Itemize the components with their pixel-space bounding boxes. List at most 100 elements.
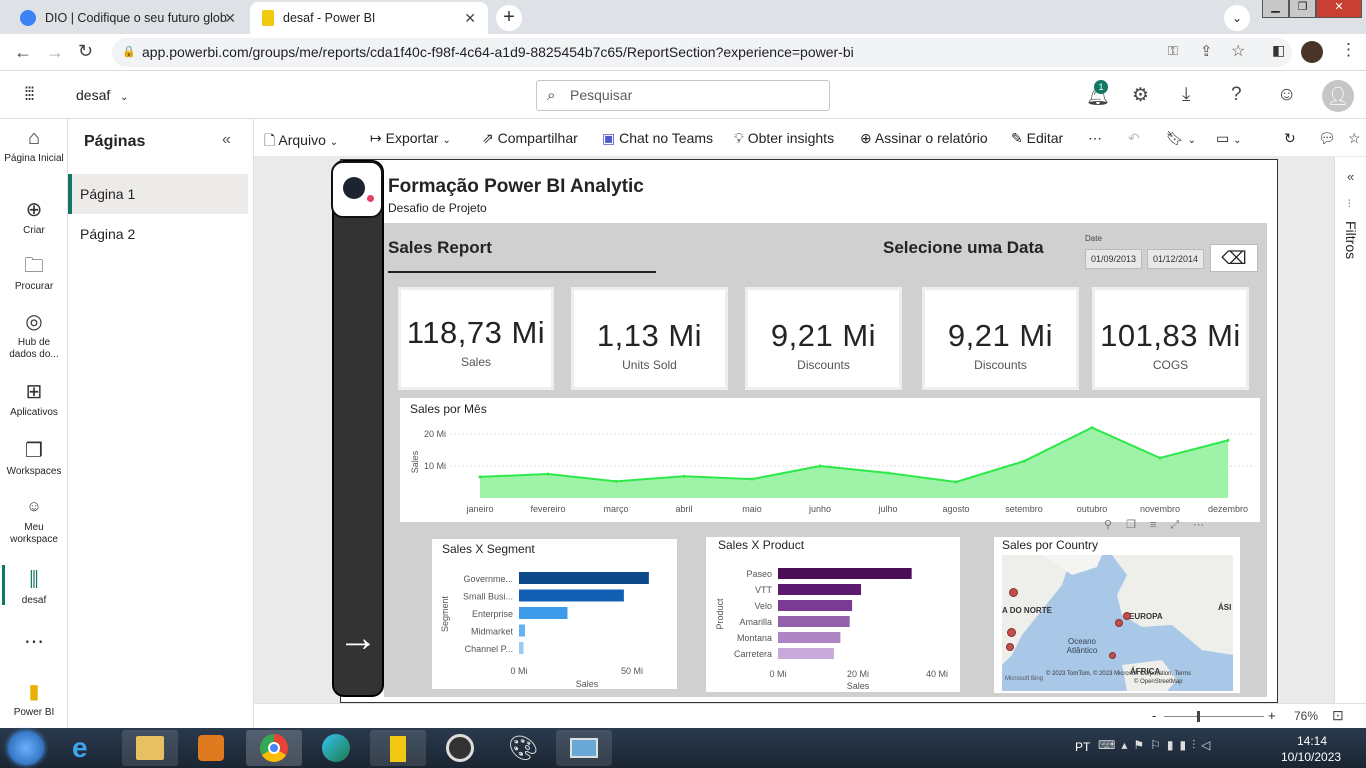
zoom-slider-thumb[interactable] — [1197, 711, 1200, 722]
edge-icon[interactable] — [322, 734, 350, 762]
powerbi-desktop-icon[interactable] — [370, 730, 426, 766]
close-tab-icon[interactable]: ✕ — [224, 10, 236, 27]
pin-icon[interactable]: ⚲ — [1104, 519, 1126, 531]
browser-tab-powerbi[interactable]: desaf - Power BI ✕ — [250, 2, 488, 34]
photo-viewer-icon[interactable] — [556, 730, 612, 766]
view-icon[interactable]: ▭ ⌄ — [1216, 130, 1242, 147]
favorite-star-icon[interactable]: ☆ — [1348, 130, 1361, 147]
zoom-in-button[interactable]: + — [1268, 708, 1276, 723]
map-bubble[interactable] — [1123, 612, 1131, 620]
bookmark-star-icon[interactable]: ☆ — [1231, 41, 1245, 61]
tab-search-button[interactable]: ⌄ — [1224, 5, 1250, 31]
date-start-input[interactable]: 01/09/2013 — [1085, 249, 1142, 269]
app-launcher-icon[interactable]: ⁞⁞⁞ — [24, 84, 35, 105]
export-menu[interactable]: ↦ Exportar ⌄ — [370, 130, 451, 147]
key-icon[interactable]: ⚿ — [1168, 43, 1178, 59]
nav-workspaces[interactable]: ❐ Workspaces — [0, 440, 68, 478]
nav-apps[interactable]: ⊞ Aplicativos — [0, 381, 68, 419]
reload-icon[interactable]: ↻ — [78, 41, 93, 62]
nav-report-desaf[interactable]: ⫼ desaf — [0, 569, 68, 607]
menu-kebab-icon[interactable]: ⋮ — [1340, 40, 1357, 60]
nav-create[interactable]: ⊕ Criar — [0, 199, 68, 237]
insights-button[interactable]: 💡︎ Obter insights — [734, 130, 834, 147]
kpi-card-sales[interactable]: 118,73 Mi Sales — [398, 287, 554, 390]
nav-browse[interactable]: 🗀 Procurar — [0, 255, 68, 293]
focus-mode-icon[interactable]: ⤢ — [1170, 519, 1193, 531]
new-tab-button[interactable]: + — [496, 5, 522, 31]
file-menu[interactable]: 🗋 Arquivo ⌄ — [264, 130, 338, 154]
nav-home[interactable]: ⌂ Página Inicial — [0, 127, 68, 165]
sidepanel-icon[interactable]: ◧ — [1272, 42, 1285, 59]
minimize-button[interactable]: ▁ — [1262, 0, 1289, 18]
map-osm-credit[interactable]: © OpenStreetMap — [1134, 679, 1182, 685]
filters-pane[interactable]: « ⫶ Filtros — [1334, 157, 1366, 728]
sales-by-country-visual[interactable]: Sales por Country A DO NORTE EUROPA ÁSI … — [994, 537, 1240, 693]
more-options-icon[interactable]: ⋯ — [1088, 130, 1102, 147]
search-input[interactable]: ⌕ Pesquisar — [536, 80, 830, 111]
back-icon[interactable]: ← — [14, 42, 32, 63]
nav-powerbi[interactable]: ▮ Power BI — [0, 681, 68, 719]
chrome-icon[interactable] — [246, 730, 302, 766]
map-bubble[interactable] — [1006, 643, 1014, 651]
teams-chat-button[interactable]: ▣ Chat no Teams — [602, 130, 713, 147]
subscribe-button[interactable]: ⊕ Assinar o relatório — [860, 130, 988, 147]
zoom-out-button[interactable]: - — [1152, 708, 1156, 723]
sales-by-segment-visual[interactable]: Sales X Segment Governme... Small Busi...… — [432, 539, 677, 689]
maximize-button[interactable]: ❐ — [1289, 0, 1316, 18]
kpi-card-cogs[interactable]: 101,83 Mi COGS — [1092, 287, 1249, 390]
media-player-icon[interactable] — [198, 735, 224, 761]
clock-date[interactable]: 10/10/2023 — [1281, 750, 1341, 764]
map-bubble[interactable] — [1115, 619, 1123, 627]
close-tab-icon[interactable]: ✕ — [464, 10, 476, 27]
filter-icon[interactable]: ≡ — [1150, 519, 1170, 531]
refresh-icon[interactable]: ↻ — [1284, 130, 1296, 147]
page-item-1[interactable]: Página 1 — [68, 174, 248, 214]
sales-by-month-visual[interactable]: Sales por Mês 10 Mi 20 Mi Sales janeiro feve… — [400, 398, 1260, 522]
download-icon[interactable]: ⤓ — [1182, 84, 1190, 106]
language-indicator[interactable]: PT — [1075, 740, 1090, 754]
undo-icon[interactable]: ↶ — [1128, 130, 1140, 147]
explorer-icon[interactable] — [122, 730, 178, 766]
map-area[interactable]: A DO NORTE EUROPA ÁSI Oceano Atlântico Á… — [1002, 555, 1233, 691]
kpi-card-discounts-2[interactable]: 9,21 Mi Discounts — [922, 287, 1079, 390]
arrow-right-icon[interactable]: → — [334, 616, 382, 661]
workspace-breadcrumb[interactable]: desaf ⌄ — [76, 87, 129, 103]
start-button[interactable] — [8, 731, 44, 765]
nav-my-workspace[interactable]: ☺ Meu workspace — [0, 496, 68, 546]
comment-icon[interactable]: 💬︎ — [1318, 130, 1336, 147]
app-icon[interactable] — [446, 734, 474, 762]
map-bubble[interactable] — [1007, 628, 1016, 637]
sales-by-product-visual[interactable]: Sales X Product Paseo VTT Velo Amarilla Mont… — [706, 537, 960, 692]
map-attribution[interactable]: © 2023 TomTom, © 2023 Microsoft Corporat… — [1046, 671, 1191, 677]
share-icon[interactable]: ⇪ — [1200, 42, 1213, 60]
close-window-button[interactable]: ✕ — [1316, 0, 1362, 18]
collapse-pane-icon[interactable]: « — [222, 131, 231, 149]
more-options-icon[interactable]: ⋯ — [1193, 519, 1218, 531]
page-item-2[interactable]: Página 2 — [68, 214, 248, 254]
profile-avatar[interactable] — [1301, 41, 1323, 63]
copy-icon[interactable]: ❐ — [1126, 519, 1150, 531]
settings-gear-icon[interactable]: ⚙ — [1132, 84, 1149, 107]
clock-time[interactable]: 14:14 — [1297, 734, 1327, 748]
fit-to-page-icon[interactable]: ⊡ — [1332, 707, 1344, 724]
tray-icons[interactable]: ⌨▴⚑⚐▮▮⫶◁ — [1098, 738, 1216, 753]
clear-filter-button[interactable]: ⌫ — [1210, 244, 1258, 272]
date-end-input[interactable]: 01/12/2014 — [1147, 249, 1204, 269]
zoom-slider-track[interactable] — [1164, 716, 1264, 717]
url-field[interactable]: 🔒 app.powerbi.com/groups/me/reports/cda1… — [112, 38, 1292, 67]
nav-data-hub[interactable]: ◎ Hub de dados do... — [0, 311, 68, 361]
nav-more[interactable]: ⋯ — [0, 631, 68, 657]
kpi-card-units-sold[interactable]: 1,13 Mi Units Sold — [571, 287, 728, 390]
edit-button[interactable]: ✎ Editar — [1011, 130, 1063, 147]
browser-tab-dio[interactable]: DIO | Codifique o seu futuro glob ✕ — [8, 2, 248, 34]
help-icon[interactable]: ? — [1231, 84, 1242, 106]
account-avatar[interactable]: 👤︎ — [1322, 80, 1354, 112]
share-button[interactable]: ⇗ Compartilhar — [482, 130, 578, 147]
kpi-card-discounts[interactable]: 9,21 Mi Discounts — [745, 287, 902, 390]
ie-icon[interactable]: e — [72, 732, 88, 764]
paint-icon[interactable]: 🎨︎ — [508, 734, 538, 763]
expand-pane-icon[interactable]: « — [1347, 169, 1354, 184]
map-bubble[interactable] — [1009, 588, 1018, 597]
zoom-level[interactable]: 76% — [1294, 709, 1318, 723]
bookmark-icon[interactable]: 🔖︎ ⌄ — [1166, 130, 1196, 147]
